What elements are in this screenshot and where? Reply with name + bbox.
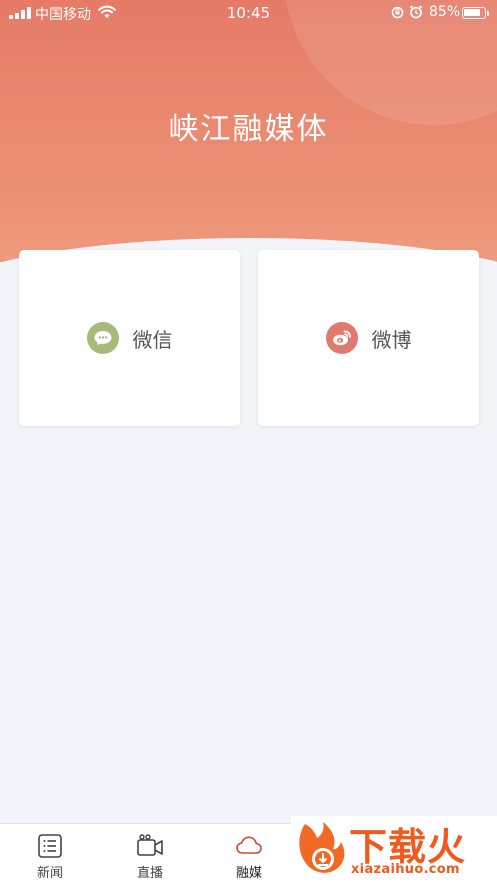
tab-live-label: 直播 bbox=[136, 866, 163, 881]
download-site-watermark: 下载火 xiazaihuo.com bbox=[291, 816, 497, 883]
rotation-lock-icon bbox=[391, 6, 404, 19]
wechat-card[interactable]: 微信 bbox=[19, 250, 240, 426]
status-bar: 中国移动 10:45 85% bbox=[0, 0, 497, 26]
weibo-label: 微博 bbox=[371, 327, 412, 352]
tab-media-label: 融媒 bbox=[235, 866, 262, 881]
battery-tip bbox=[487, 11, 489, 16]
news-list-icon bbox=[38, 834, 62, 858]
tab-live[interactable]: 直播 bbox=[100, 824, 200, 883]
wechat-label: 微信 bbox=[132, 327, 173, 352]
battery-icon bbox=[462, 7, 486, 19]
tab-news-label: 新闻 bbox=[36, 866, 63, 881]
weibo-card[interactable]: 微博 bbox=[258, 250, 479, 426]
watermark-url: xiazaihuo.com bbox=[351, 862, 460, 877]
flame-logo-icon bbox=[299, 822, 345, 873]
cloud-icon bbox=[236, 836, 262, 854]
page-title: 峡江融媒体 bbox=[168, 112, 329, 147]
tab-news[interactable]: 新闻 bbox=[0, 824, 100, 883]
battery-level bbox=[464, 9, 481, 16]
tab-media[interactable]: 融媒 bbox=[199, 824, 299, 883]
wechat-icon bbox=[86, 322, 119, 354]
weibo-icon bbox=[325, 322, 358, 354]
alarm-icon bbox=[409, 5, 423, 19]
battery-percent: 85% bbox=[429, 4, 461, 20]
video-camera-icon bbox=[137, 834, 163, 856]
